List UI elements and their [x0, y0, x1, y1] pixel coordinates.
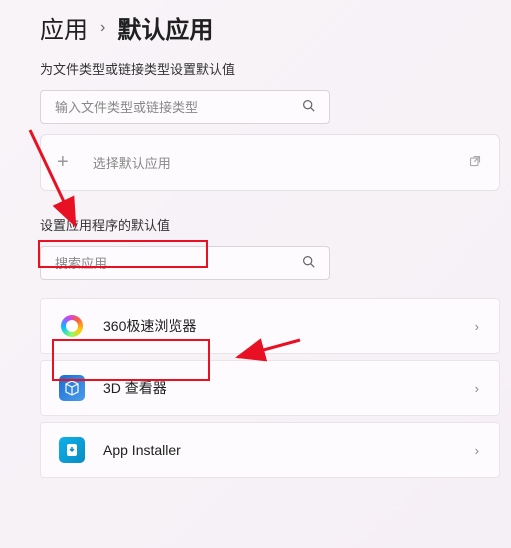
select-default-app-card[interactable]: + 选择默认应用 — [40, 134, 500, 191]
appinstaller-icon — [59, 437, 85, 463]
breadcrumb-parent[interactable]: 应用 — [40, 10, 88, 45]
app-item-360[interactable]: 360极速浏览器 › — [40, 298, 500, 354]
subtitle-text: 为文件类型或链接类型设置默认值 — [40, 59, 501, 78]
filetype-search-field[interactable] — [40, 90, 330, 124]
select-default-label: 选择默认应用 — [93, 153, 171, 172]
360-icon — [59, 313, 85, 339]
chevron-right-icon: › — [100, 19, 105, 37]
cube-icon — [59, 375, 85, 401]
app-search-input[interactable] — [55, 256, 302, 271]
app-search-field[interactable] — [40, 246, 330, 280]
app-item-appinstaller[interactable]: App Installer › — [40, 422, 500, 478]
app-label: App Installer — [103, 442, 181, 458]
section-title: 设置应用程序的默认值 — [40, 215, 170, 234]
search-icon — [302, 255, 315, 271]
search-icon — [302, 99, 315, 115]
chevron-right-icon: › — [475, 319, 479, 334]
app-item-3dviewer[interactable]: 3D 查看器 › — [40, 360, 500, 416]
chevron-right-icon: › — [475, 443, 479, 458]
filetype-search-input[interactable] — [55, 100, 302, 115]
open-link-icon — [469, 155, 481, 170]
breadcrumb: 应用 › 默认应用 — [40, 10, 501, 45]
plus-icon: + — [57, 151, 69, 174]
app-label: 360极速浏览器 — [103, 316, 196, 336]
chevron-right-icon: › — [475, 381, 479, 396]
breadcrumb-current: 默认应用 — [117, 10, 213, 45]
app-label: 3D 查看器 — [103, 378, 167, 398]
